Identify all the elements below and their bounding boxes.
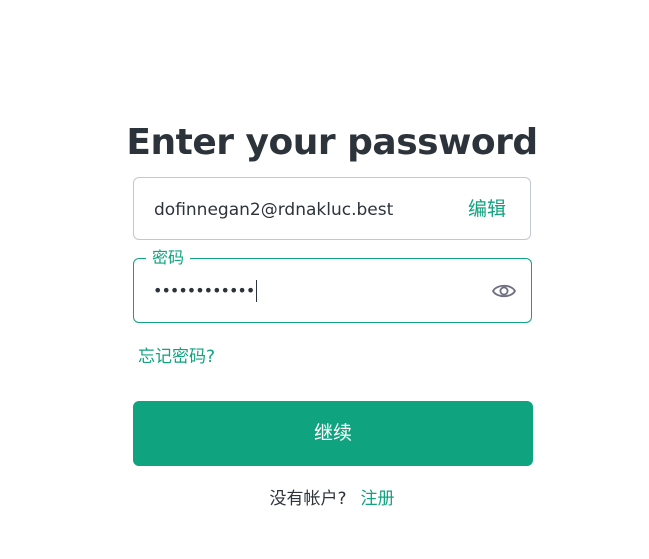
eye-icon (492, 284, 516, 298)
forgot-password-link[interactable]: 忘记密码? (138, 345, 215, 369)
signup-row: 没有帐户? 注册 (0, 487, 649, 511)
password-input[interactable]: •••••••••••• (153, 280, 258, 302)
password-label: 密码 (146, 248, 191, 268)
password-masked-value: •••••••••••• (153, 281, 255, 300)
page-title: Enter your password (126, 122, 538, 164)
email-field: dofinnegan2@rdnakluc.best 编辑 (133, 177, 531, 240)
text-caret (256, 280, 258, 302)
continue-button[interactable]: 继续 (133, 401, 533, 466)
signup-link[interactable]: 注册 (361, 489, 395, 509)
signup-prompt: 没有帐户? (269, 489, 347, 509)
show-password-button[interactable] (491, 279, 517, 303)
email-value: dofinnegan2@rdnakluc.best (154, 200, 394, 220)
password-field[interactable]: 密码 •••••••••••• (133, 248, 532, 323)
edit-email-link[interactable]: 编辑 (468, 196, 506, 222)
